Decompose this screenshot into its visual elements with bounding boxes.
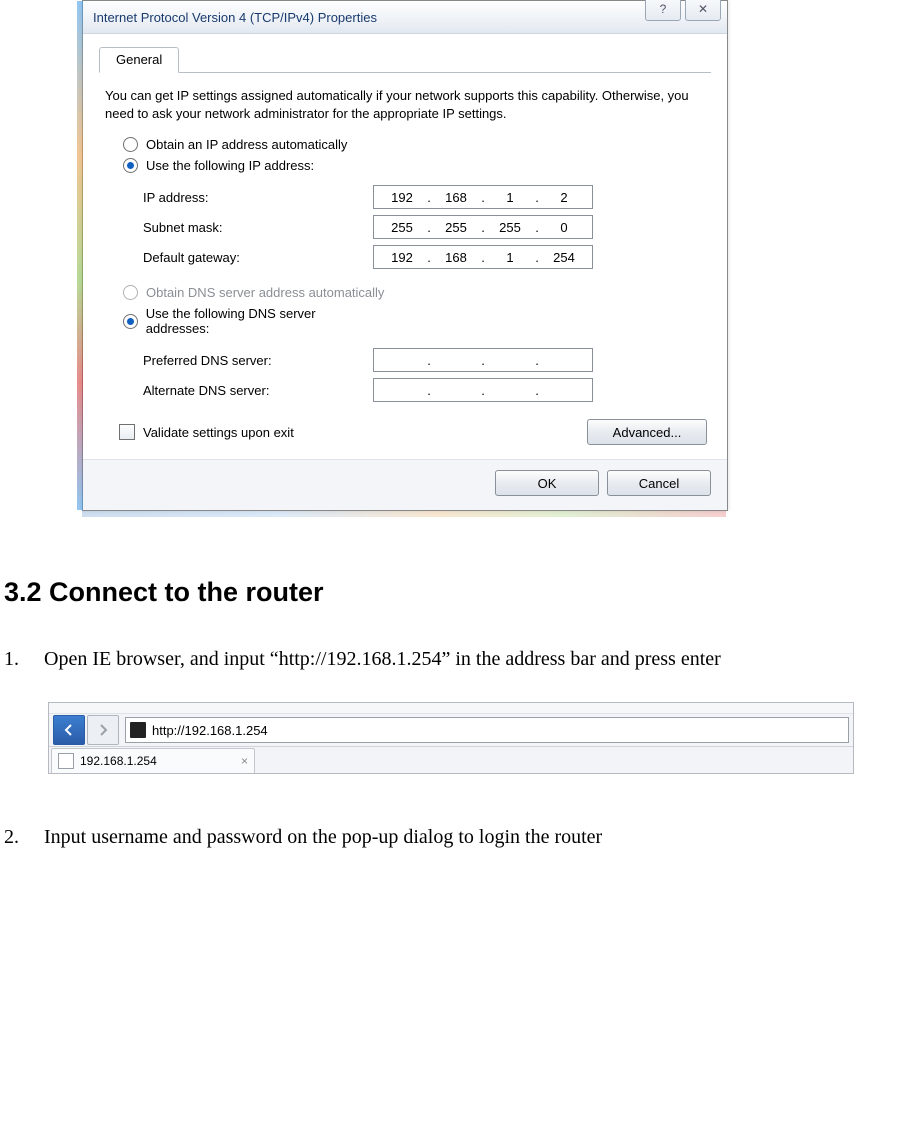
titlebar: Internet Protocol Version 4 (TCP/IPv4) P… [83,1,727,34]
radio-manual-ip[interactable] [123,158,138,173]
dialog-title: Internet Protocol Version 4 (TCP/IPv4) P… [93,10,377,25]
forward-button[interactable] [87,715,119,745]
decorative-strip [77,1,83,510]
ok-button[interactable]: OK [495,470,599,496]
radio-manual-dns-label: Use the following DNS server addresses: [146,306,379,336]
tab-close-icon[interactable]: × [241,754,248,768]
radio-auto-dns-label: Obtain DNS server address automatically [146,285,384,300]
radio-selected-icon [127,162,134,169]
tab-general[interactable]: General [99,47,179,73]
decorative-bar [82,511,726,517]
page-icon [58,753,74,769]
preferred-dns-input[interactable]: . . . [373,348,593,372]
browser-tab[interactable]: 192.168.1.254 × [51,748,255,773]
browser-titlebar [49,703,853,714]
preferred-dns-label: Preferred DNS server: [143,353,373,368]
radio-manual-dns[interactable] [123,314,138,329]
section-heading: 3.2 Connect to the router [4,577,904,608]
list-number-1: 1. [4,648,44,671]
back-button[interactable] [53,715,85,745]
validate-label: Validate settings upon exit [143,425,294,440]
default-gateway-input[interactable]: 192. 168. 1. 254 [373,245,593,269]
alternate-dns-label: Alternate DNS server: [143,383,373,398]
advanced-button[interactable]: Advanced... [587,419,707,445]
browser-tab-title: 192.168.1.254 [80,754,157,768]
radio-manual-ip-label: Use the following IP address: [146,158,314,173]
description-text: You can get IP settings assigned automat… [99,83,711,134]
arrow-right-icon [96,723,110,737]
step-2-text: Input username and password on the pop-u… [44,824,602,850]
browser-tabstrip: 192.168.1.254 × [49,747,853,773]
default-gateway-label: Default gateway: [143,250,373,265]
subnet-mask-input[interactable]: 255. 255. 255. 0 [373,215,593,239]
question-icon: ? [660,2,667,16]
validate-checkbox[interactable] [119,424,135,440]
radio-auto-ip[interactable] [123,137,138,152]
tab-strip: General [99,46,711,73]
ip-address-input[interactable]: 192. 168. 1. 2 [373,185,593,209]
ip-address-label: IP address: [143,190,373,205]
close-icon: ✕ [698,2,708,16]
radio-auto-ip-label: Obtain an IP address automatically [146,137,347,152]
browser-navbar: http://192.168.1.254 [49,714,853,747]
address-bar[interactable]: http://192.168.1.254 [125,717,849,743]
help-button[interactable]: ? [645,0,681,21]
radio-auto-dns [123,285,138,300]
step-1-text: Open IE browser, and input “http://192.1… [44,646,721,672]
close-button[interactable]: ✕ [685,0,721,21]
dialog-footer: OK Cancel [83,459,727,510]
subnet-mask-label: Subnet mask: [143,220,373,235]
ipv4-properties-dialog: Internet Protocol Version 4 (TCP/IPv4) P… [82,0,728,511]
browser-window: http://192.168.1.254 192.168.1.254 × [48,702,854,774]
site-icon [130,722,146,738]
cancel-button[interactable]: Cancel [607,470,711,496]
alternate-dns-input[interactable]: . . . [373,378,593,402]
list-number-2: 2. [4,826,44,849]
address-bar-text: http://192.168.1.254 [152,723,268,738]
arrow-left-icon [62,723,76,737]
radio-selected-icon [127,318,134,325]
